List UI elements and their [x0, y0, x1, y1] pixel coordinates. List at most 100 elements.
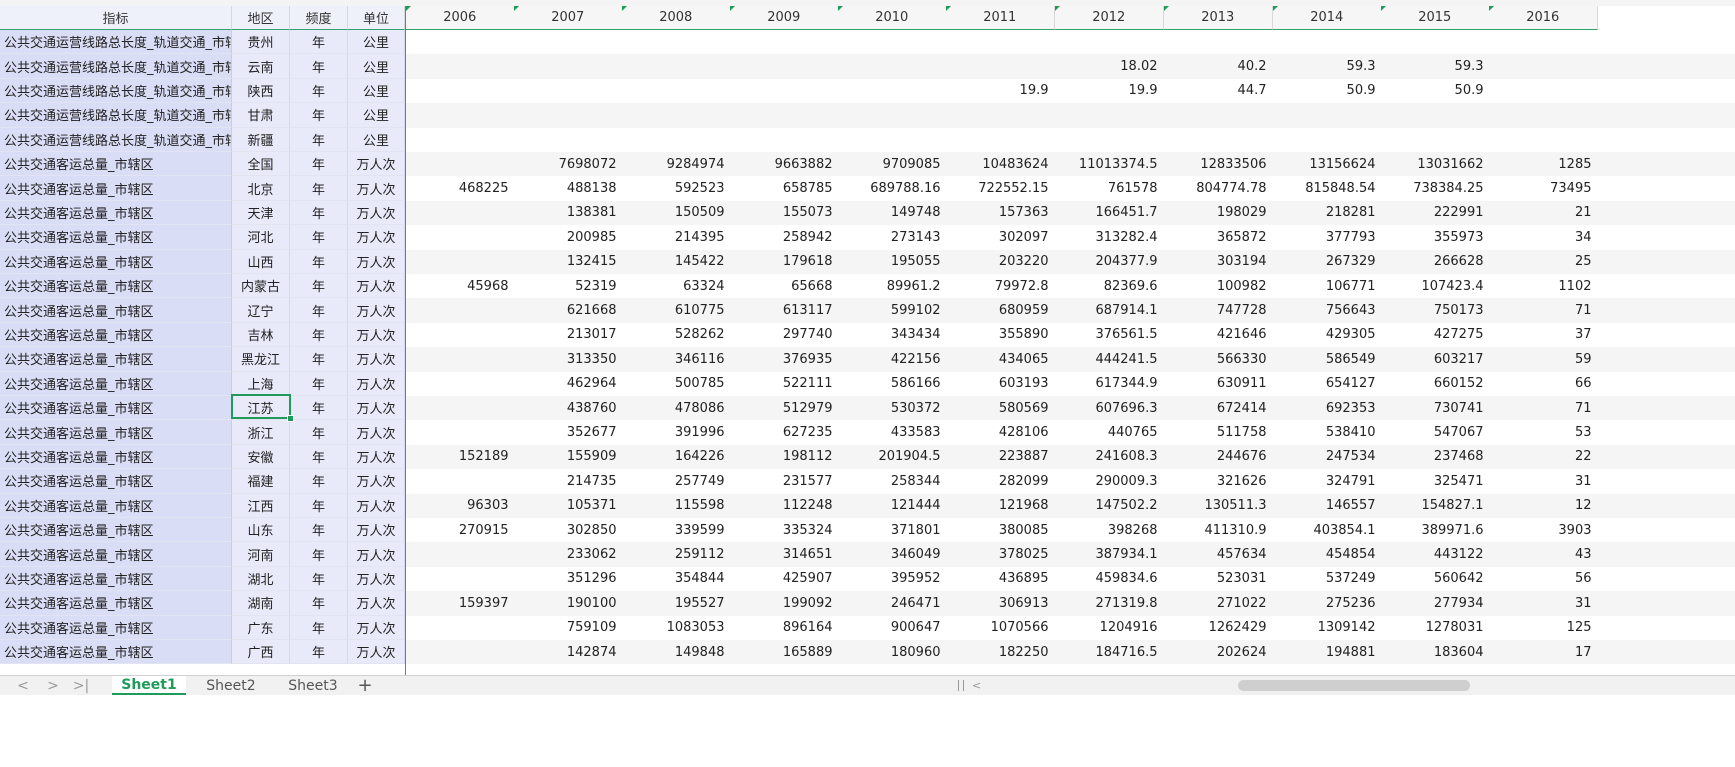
frequency-cell[interactable]: 年 — [290, 420, 348, 445]
value-cell[interactable] — [1055, 103, 1164, 127]
value-cell[interactable] — [406, 640, 515, 664]
unit-cell[interactable]: 万人次 — [348, 396, 405, 421]
unit-cell[interactable]: 万人次 — [348, 298, 405, 323]
value-cell[interactable]: 692353 — [1273, 396, 1382, 420]
next-sheet-icon[interactable]: > — [42, 676, 64, 695]
indicator-cell[interactable]: 公共交通客运总量_市辖区 — [0, 322, 232, 348]
value-cell[interactable] — [406, 298, 515, 322]
value-cell[interactable]: 804774.78 — [1164, 176, 1273, 200]
value-cell[interactable]: 106771 — [1273, 274, 1382, 298]
region-cell[interactable]: 河南 — [232, 542, 290, 567]
value-cell[interactable] — [730, 128, 839, 152]
indicator-cell[interactable]: 公共交通客运总量_市辖区 — [0, 615, 232, 640]
value-cell[interactable]: 37 — [1489, 323, 1598, 347]
value-cell[interactable]: 180960 — [838, 640, 947, 664]
value-cell[interactable]: 154827.1 — [1381, 494, 1490, 518]
value-cell[interactable]: 603193 — [946, 372, 1055, 396]
value-cell[interactable] — [406, 152, 515, 176]
unit-cell[interactable]: 万人次 — [348, 615, 405, 640]
value-cell[interactable]: 440765 — [1055, 420, 1164, 444]
indicator-cell[interactable]: 公共交通客运总量_市辖区 — [0, 347, 232, 372]
value-cell[interactable] — [838, 128, 947, 152]
value-cell[interactable]: 378025 — [946, 542, 1055, 566]
value-cell[interactable]: 613117 — [730, 298, 839, 322]
value-cell[interactable]: 34 — [1489, 225, 1598, 249]
value-cell[interactable]: 457634 — [1164, 542, 1273, 566]
value-cell[interactable] — [1273, 30, 1382, 54]
frequency-cell[interactable]: 年 — [290, 493, 348, 518]
value-cell[interactable]: 759109 — [514, 616, 623, 640]
value-cell[interactable] — [946, 103, 1055, 127]
frequency-cell[interactable]: 年 — [290, 591, 348, 616]
value-cell[interactable]: 365872 — [1164, 225, 1273, 249]
value-cell[interactable]: 630911 — [1164, 372, 1273, 396]
value-cell[interactable]: 267329 — [1273, 250, 1382, 274]
region-cell[interactable]: 北京 — [232, 176, 290, 201]
value-cell[interactable]: 214735 — [514, 469, 623, 493]
header-year[interactable]: 2010 — [838, 6, 947, 30]
frequency-cell[interactable]: 年 — [290, 396, 348, 421]
indicator-cell[interactable]: 公共交通客运总量_市辖区 — [0, 518, 232, 543]
value-cell[interactable]: 389971.6 — [1381, 518, 1490, 542]
frequency-cell[interactable]: 年 — [290, 30, 348, 55]
value-cell[interactable]: 18.02 — [1055, 54, 1164, 78]
unit-cell[interactable]: 万人次 — [348, 347, 405, 372]
frequency-cell[interactable]: 年 — [290, 518, 348, 543]
value-cell[interactable] — [1489, 30, 1598, 54]
indicator-cell[interactable]: 公共交通客运总量_市辖区 — [0, 176, 232, 201]
last-sheet-icon[interactable]: >| — [70, 676, 92, 695]
value-cell[interactable]: 395952 — [838, 567, 947, 591]
value-cell[interactable]: 689788.16 — [838, 176, 947, 200]
value-cell[interactable]: 617344.9 — [1055, 372, 1164, 396]
frequency-cell[interactable]: 年 — [290, 298, 348, 323]
value-cell[interactable]: 164226 — [622, 445, 731, 469]
value-cell[interactable]: 21 — [1489, 201, 1598, 225]
value-cell[interactable]: 376935 — [730, 347, 839, 371]
frequency-cell[interactable]: 年 — [290, 347, 348, 372]
value-cell[interactable]: 149848 — [622, 640, 731, 664]
value-cell[interactable]: 9663882 — [730, 152, 839, 176]
value-cell[interactable]: 147502.2 — [1055, 494, 1164, 518]
value-cell[interactable]: 71 — [1489, 298, 1598, 322]
value-cell[interactable]: 610775 — [622, 298, 731, 322]
value-cell[interactable]: 13156624 — [1273, 152, 1382, 176]
unit-cell[interactable]: 公里 — [348, 127, 405, 152]
value-cell[interactable]: 1204916 — [1055, 616, 1164, 640]
value-cell[interactable]: 195055 — [838, 250, 947, 274]
indicator-cell[interactable]: 公共交通客运总量_市辖区 — [0, 274, 232, 299]
value-cell[interactable]: 246471 — [838, 591, 947, 615]
region-cell[interactable]: 陕西 — [232, 78, 290, 104]
value-cell[interactable] — [406, 54, 515, 78]
value-cell[interactable]: 155909 — [514, 445, 623, 469]
value-cell[interactable]: 627235 — [730, 420, 839, 444]
value-cell[interactable] — [514, 128, 623, 152]
value-cell[interactable] — [406, 469, 515, 493]
value-cell[interactable] — [1055, 128, 1164, 152]
value-cell[interactable]: 512979 — [730, 396, 839, 420]
value-cell[interactable] — [406, 323, 515, 347]
indicator-cell[interactable]: 公共交通客运总量_市辖区 — [0, 469, 232, 494]
indicator-cell[interactable]: 公共交通客运总量_市辖区 — [0, 249, 232, 274]
value-cell[interactable]: 89961.2 — [838, 274, 947, 298]
value-cell[interactable]: 82369.6 — [1055, 274, 1164, 298]
value-cell[interactable] — [1164, 128, 1273, 152]
value-cell[interactable] — [1273, 128, 1382, 152]
value-cell[interactable]: 53 — [1489, 420, 1598, 444]
value-cell[interactable] — [730, 30, 839, 54]
region-cell[interactable]: 安徽 — [232, 444, 290, 470]
value-cell[interactable]: 354844 — [622, 567, 731, 591]
value-cell[interactable]: 157363 — [946, 201, 1055, 225]
value-cell[interactable]: 421646 — [1164, 323, 1273, 347]
value-cell[interactable]: 1102 — [1489, 274, 1598, 298]
value-cell[interactable]: 387934.1 — [1055, 542, 1164, 566]
value-cell[interactable]: 351296 — [514, 567, 623, 591]
value-cell[interactable]: 459834.6 — [1055, 567, 1164, 591]
value-cell[interactable]: 468225 — [406, 176, 515, 200]
value-cell[interactable]: 233062 — [514, 542, 623, 566]
indicator-cell[interactable]: 公共交通客运总量_市辖区 — [0, 298, 232, 323]
scroll-left-icon[interactable]: < — [972, 676, 981, 695]
value-cell[interactable]: 121968 — [946, 494, 1055, 518]
frequency-cell[interactable]: 年 — [290, 54, 348, 79]
value-cell[interactable]: 155073 — [730, 201, 839, 225]
value-cell[interactable]: 3903 — [1489, 518, 1598, 542]
